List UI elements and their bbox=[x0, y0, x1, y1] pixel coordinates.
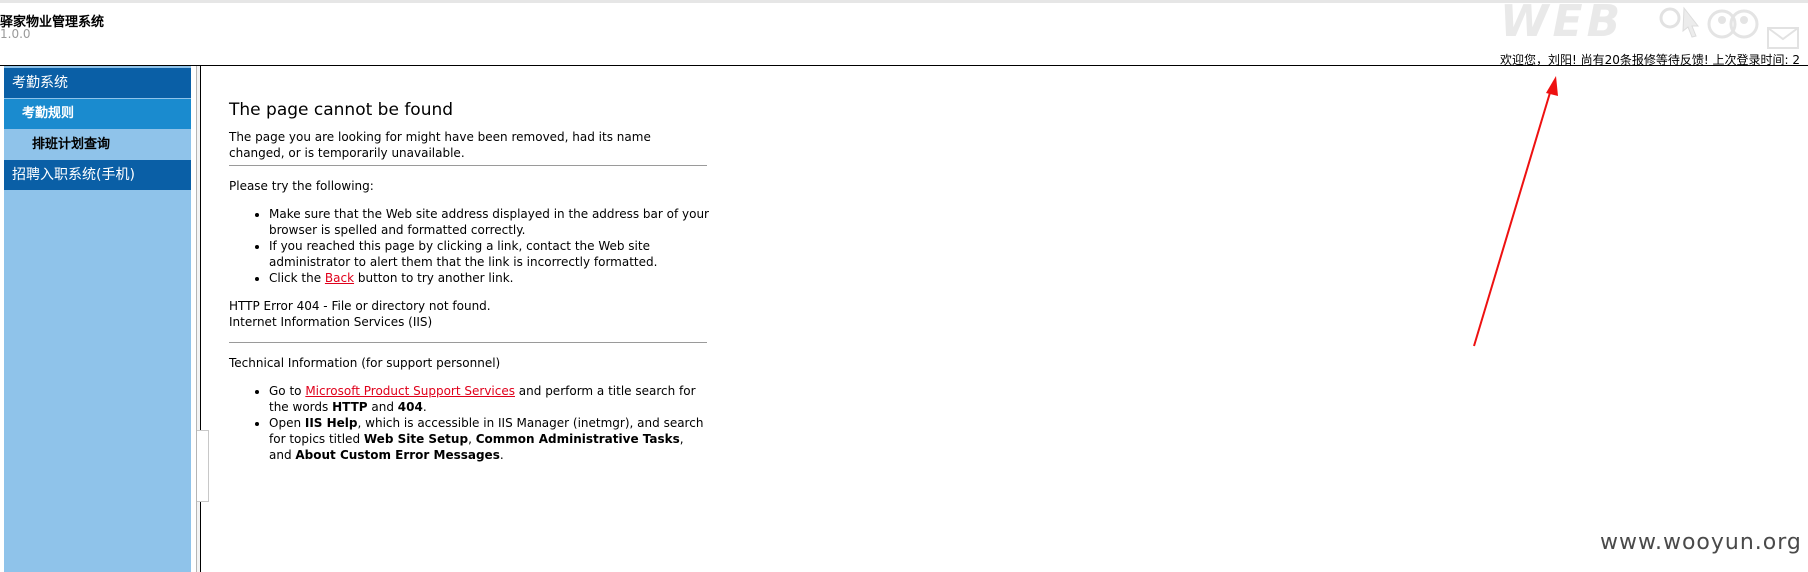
page-root: 驿家物业管理系统 1.0.0 WEB 欢迎您，刘阳! 尚有20条报修等待反馈! … bbox=[0, 0, 1808, 572]
http-error-text: HTTP Error 404 - File or directory not f… bbox=[229, 299, 491, 313]
error-title: The page cannot be found bbox=[229, 100, 454, 120]
splitter-handle[interactable] bbox=[197, 430, 209, 502]
nav-group-recruitment-mobile[interactable]: 招聘入职系统(手机) bbox=[4, 160, 191, 190]
annotation-arrow-icon bbox=[1473, 76, 1558, 347]
site-watermark: www.wooyun.org bbox=[1600, 530, 1802, 555]
text: , bbox=[468, 432, 476, 446]
try-list: Make sure that the Web site address disp… bbox=[229, 206, 709, 286]
header-banner-text: WEB bbox=[1500, 0, 1625, 47]
nav-group-attendance[interactable]: 考勤系统 bbox=[4, 68, 191, 98]
text: . bbox=[422, 400, 427, 414]
bold-text: About Custom Error Messages bbox=[295, 448, 500, 462]
nav-item-attendance-rules[interactable]: 考勤规则 bbox=[4, 99, 191, 129]
divider bbox=[229, 342, 707, 343]
list-item: Make sure that the Web site address disp… bbox=[269, 206, 709, 238]
list-item: Click the Back button to try another lin… bbox=[269, 270, 709, 286]
error-description: The page you are looking for might have … bbox=[229, 130, 651, 160]
bold-text: HTTP bbox=[332, 400, 368, 414]
support-services-link[interactable]: Microsoft Product Support Services bbox=[305, 384, 515, 398]
nav-item-schedule-query[interactable]: 排班计划查询 bbox=[4, 130, 191, 160]
tech-info-list: Go to Microsoft Product Support Services… bbox=[229, 383, 709, 463]
list-item: If you reached this page by clicking a l… bbox=[269, 238, 709, 270]
back-link[interactable]: Back bbox=[325, 271, 354, 285]
bold-text: IIS Help bbox=[304, 416, 358, 430]
text: Click the bbox=[269, 271, 325, 285]
text: and bbox=[367, 400, 398, 414]
bold-text: 404 bbox=[397, 400, 423, 414]
text: Open bbox=[269, 416, 305, 430]
try-heading: Please try the following: bbox=[229, 179, 374, 193]
server-name-text: Internet Information Services (IIS) bbox=[229, 315, 433, 329]
bold-text: Web Site Setup bbox=[363, 432, 469, 446]
sidebar: 考勤系统 考勤规则 排班计划查询 招聘入职系统(手机) bbox=[0, 66, 196, 572]
divider bbox=[229, 165, 707, 166]
error-page-content: The page cannot be found The page you ar… bbox=[229, 96, 709, 475]
sidebar-menu: 考勤系统 考勤规则 排班计划查询 招聘入职系统(手机) bbox=[4, 66, 191, 572]
app-version: 1.0.0 bbox=[0, 27, 31, 41]
app-header: 驿家物业管理系统 1.0.0 WEB 欢迎您，刘阳! 尚有20条报修等待反馈! … bbox=[0, 0, 1808, 66]
text: button to try another link. bbox=[354, 271, 514, 285]
list-item: Open IIS Help, which is accessible in II… bbox=[269, 415, 709, 463]
text: . bbox=[499, 448, 504, 462]
list-item: Go to Microsoft Product Support Services… bbox=[269, 383, 709, 415]
bold-text: Common Administrative Tasks bbox=[475, 432, 680, 446]
text: Go to bbox=[269, 384, 306, 398]
tech-info-heading: Technical Information (for support perso… bbox=[229, 356, 501, 370]
header-decoration-icon bbox=[1659, 6, 1799, 49]
welcome-message: 欢迎您，刘阳! 尚有20条报修等待反馈! 上次登录时间: 2 bbox=[1500, 53, 1801, 66]
http-error-block: HTTP Error 404 - File or directory not f… bbox=[229, 298, 709, 330]
